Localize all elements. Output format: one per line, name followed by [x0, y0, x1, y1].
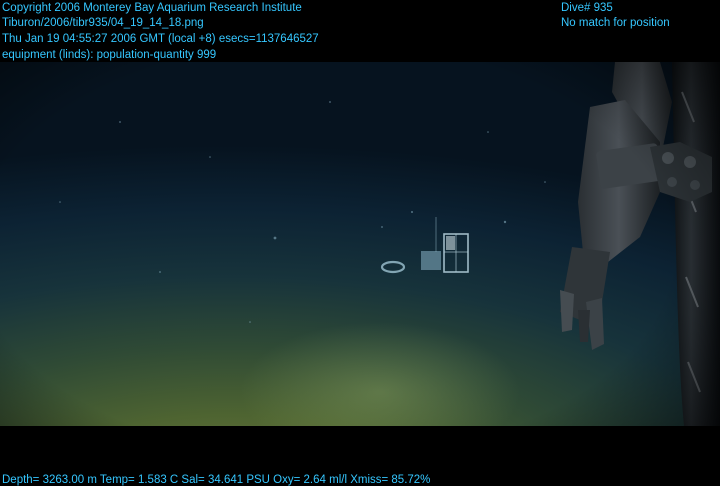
- sensor-readout-text: Depth= 3263.00 m Temp= 1.583 C Sal= 34.6…: [2, 474, 431, 486]
- equipment-text: equipment (linds): population-quantity 9…: [2, 49, 217, 61]
- camera-view: [0, 62, 720, 426]
- seafloor-equipment: [380, 217, 469, 274]
- dive-number-text: Dive# 935: [561, 2, 613, 14]
- copyright-text: Copyright 2006 Monterey Bay Aquarium Res…: [2, 2, 302, 14]
- filename-text: Tiburon/2006/tibr935/04_19_14_18.png: [2, 17, 204, 29]
- position-status-text: No match for position: [561, 17, 670, 29]
- marine-snow: [59, 101, 546, 323]
- rov-frame: [672, 62, 720, 426]
- underwater-scene: [59, 62, 720, 426]
- video-frame: Copyright 2006 Monterey Bay Aquarium Res…: [0, 0, 720, 486]
- timestamp-text: Thu Jan 19 04:55:27 2006 GMT (local +8) …: [2, 33, 319, 45]
- light-glow: [240, 322, 520, 426]
